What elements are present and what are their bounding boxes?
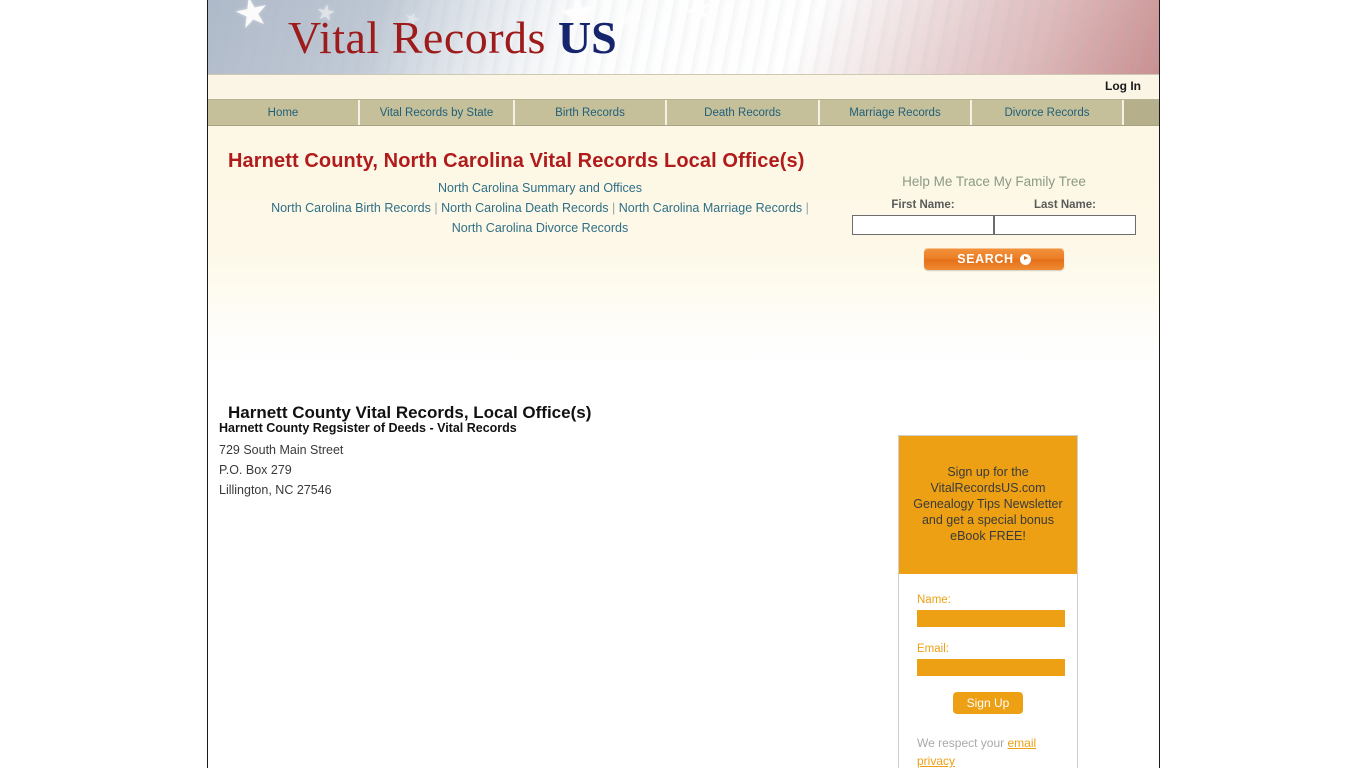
office-listing: Harnett County Regsister of Deeds - Vita… (219, 421, 819, 500)
newsletter-privacy-note: We respect your email privacy (917, 734, 1059, 768)
family-tree-search-title: Help Me Trace My Family Tree (902, 174, 1086, 189)
last-name-label: Last Name: (1034, 199, 1096, 211)
state-links-block: North Carolina Summary and Offices North… (220, 178, 860, 238)
newsletter-signup-widget: Sign up for the VitalRecordsUS.com Genea… (898, 435, 1078, 768)
arrow-right-circle-icon (1019, 253, 1031, 265)
first-name-group: First Name: (852, 199, 994, 235)
state-record-links-row: North Carolina Birth Records | North Car… (220, 198, 860, 218)
site-banner: ★ ★ ★ ★ ★ ★ Vital Records US (208, 0, 1159, 74)
newsletter-name-input[interactable] (917, 610, 1065, 627)
link-separator: | (434, 201, 438, 215)
nav-item-marriage-records[interactable]: Marriage Records (820, 100, 972, 125)
link-state-birth-records[interactable]: North Carolina Birth Records (271, 201, 431, 215)
page-title: Harnett County, North Carolina Vital Rec… (228, 150, 805, 173)
newsletter-signup-button[interactable]: Sign Up (952, 692, 1024, 714)
search-button[interactable]: SEARCH (924, 248, 1064, 270)
first-name-label: First Name: (891, 199, 955, 211)
family-tree-search-widget: Help Me Trace My Family Tree First Name:… (844, 174, 1144, 270)
last-name-input[interactable] (994, 215, 1136, 235)
newsletter-form: Name: Email: Sign Up We respect your ema… (899, 574, 1077, 768)
nav-item-home[interactable]: Home (208, 100, 360, 125)
newsletter-name-label: Name: (917, 594, 951, 606)
login-bar: Log In (208, 74, 1159, 100)
screen: ★ ★ ★ ★ ★ ★ Vital Records US Log In Home… (0, 0, 1366, 768)
newsletter-pitch-text: Sign up for the VitalRecordsUS.com Genea… (899, 436, 1077, 574)
link-state-divorce-records[interactable]: North Carolina Divorce Records (452, 221, 628, 235)
nav-item-vital-records-by-state[interactable]: Vital Records by State (360, 100, 515, 125)
link-state-marriage-records[interactable]: North Carolina Marriage Records (619, 201, 802, 215)
state-divorce-links-row: North Carolina Divorce Records (220, 218, 860, 238)
site-container: ★ ★ ★ ★ ★ ★ Vital Records US Log In Home… (207, 0, 1160, 768)
first-name-input[interactable] (852, 215, 994, 235)
name-fields-row: First Name: Last Name: (844, 199, 1144, 235)
last-name-group: Last Name: (994, 199, 1136, 235)
state-summary-row: North Carolina Summary and Offices (220, 178, 860, 198)
content-area: Harnett County, North Carolina Vital Rec… (208, 126, 1159, 768)
privacy-prefix-text: We respect your (917, 736, 1008, 750)
link-state-summary-and-offices[interactable]: North Carolina Summary and Offices (438, 181, 642, 195)
newsletter-email-label: Email: (917, 643, 949, 655)
nav-item-divorce-records[interactable]: Divorce Records (972, 100, 1124, 125)
logo-secondary-text: US (557, 12, 617, 63)
nav-item-birth-records[interactable]: Birth Records (515, 100, 667, 125)
newsletter-email-input[interactable] (917, 659, 1065, 676)
office-address-line-3: Lillington, NC 27546 (219, 483, 332, 497)
search-button-label: SEARCH (957, 252, 1014, 266)
site-logo[interactable]: Vital Records US (288, 10, 617, 66)
primary-navigation: Home Vital Records by State Birth Record… (208, 100, 1159, 126)
link-separator: | (612, 201, 616, 215)
office-name: Harnett County Regsister of Deeds - Vita… (219, 421, 517, 435)
link-separator: | (805, 201, 809, 215)
link-state-death-records[interactable]: North Carolina Death Records (441, 201, 608, 215)
log-in-link[interactable]: Log In (1105, 79, 1141, 93)
nav-filler (1124, 100, 1159, 125)
nav-item-death-records[interactable]: Death Records (667, 100, 820, 125)
office-address-line-2: P.O. Box 279 (219, 463, 292, 477)
logo-primary-text: Vital Records (288, 12, 546, 63)
office-address-line-1: 729 South Main Street (219, 443, 344, 457)
